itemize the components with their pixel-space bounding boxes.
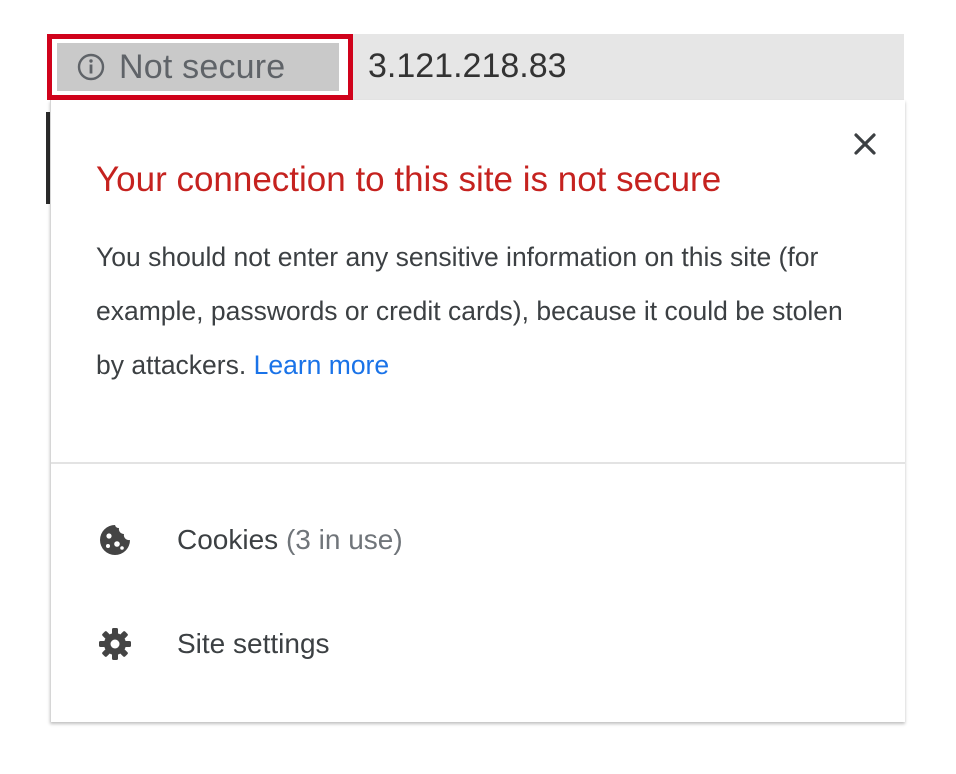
warning-text: You should not enter any sensitive infor… bbox=[96, 242, 843, 380]
url-text[interactable]: 3.121.218.83 bbox=[368, 44, 567, 88]
site-settings-item[interactable]: Site settings bbox=[51, 608, 905, 680]
site-info-popup: Your connection to this site is not secu… bbox=[50, 100, 905, 722]
close-button[interactable] bbox=[849, 128, 881, 160]
popup-description: You should not enter any sensitive infor… bbox=[96, 230, 876, 392]
popup-title: Your connection to this site is not secu… bbox=[96, 160, 722, 199]
divider bbox=[51, 462, 905, 464]
cookies-count: (3 in use) bbox=[285, 524, 403, 555]
cookies-text: Cookies bbox=[177, 524, 279, 555]
info-icon bbox=[77, 53, 105, 81]
not-secure-label: Not secure bbox=[119, 47, 286, 86]
site-settings-label: Site settings bbox=[177, 628, 330, 659]
site-info-button[interactable]: Not secure bbox=[47, 34, 353, 100]
gear-icon bbox=[97, 626, 133, 662]
cookies-item[interactable]: Cookies (3 in use) bbox=[51, 504, 905, 576]
close-icon bbox=[854, 133, 876, 155]
cookie-icon bbox=[97, 522, 133, 558]
learn-more-link[interactable]: Learn more bbox=[254, 350, 390, 380]
site-info-chip[interactable]: Not secure bbox=[57, 43, 339, 91]
cookies-label: Cookies (3 in use) bbox=[177, 524, 403, 556]
browser-window: Not secure 3.121.218.83 Your connection … bbox=[0, 0, 956, 774]
